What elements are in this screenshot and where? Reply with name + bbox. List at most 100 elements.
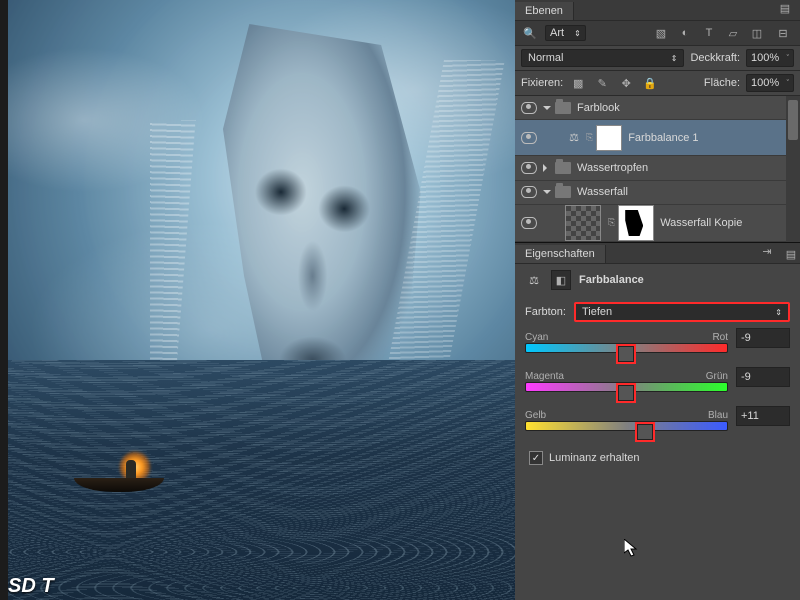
filter-smart-icon[interactable]: ◫	[748, 24, 766, 42]
filter-shape-icon[interactable]: ▱	[724, 24, 742, 42]
folder-icon	[555, 102, 571, 114]
lock-position-icon[interactable]: ✥	[617, 74, 635, 92]
chevron-updown-icon: ⇕	[775, 308, 782, 317]
eye-icon	[521, 186, 537, 198]
slider-thumb[interactable]	[618, 346, 634, 362]
lock-fill-row: Fixieren: ▩ ✎ ✥ 🔒 Fläche: 100% ˇ	[515, 71, 800, 96]
properties-title: Farbbalance	[579, 274, 644, 286]
layer-filter-dropdown[interactable]: Art ⇕	[545, 25, 586, 41]
chevron-updown-icon: ⇕	[671, 54, 678, 63]
layer-group-wasserfall[interactable]: Wasserfall	[515, 181, 800, 205]
chevron-down-icon: ˇ	[787, 55, 789, 62]
link-icon: ⎘	[608, 217, 615, 228]
layer-group-wassertropfen[interactable]: Wassertropfen	[515, 156, 800, 180]
layer-wasserfall-kopie[interactable]: ⎘ Wasserfall Kopie	[515, 205, 800, 242]
panel-menu-icon[interactable]: ▤	[782, 245, 800, 263]
layers-tabbar: Ebenen ▤	[515, 0, 800, 21]
disclosure-triangle[interactable]	[543, 164, 551, 172]
lock-brush-icon[interactable]: ✎	[593, 74, 611, 92]
watermark-text: SD T	[8, 575, 54, 598]
balance-icon: ⚖	[525, 271, 543, 289]
eye-icon	[521, 102, 537, 114]
layer-name: Wassertropfen	[577, 162, 648, 174]
filter-image-icon[interactable]: ▧	[652, 24, 670, 42]
mask-thumb[interactable]	[596, 125, 622, 151]
panel-menu-icon[interactable]: ▤	[770, 0, 800, 20]
layer-thumb[interactable]	[565, 205, 601, 241]
blend-mode-dropdown[interactable]: Normal ⇕	[521, 49, 684, 67]
opacity-value: 100%	[751, 52, 779, 64]
layer-name: Wasserfall Kopie	[660, 217, 742, 229]
slider-right-label: Rot	[712, 332, 728, 343]
chevron-down-icon: ˇ	[787, 80, 789, 87]
slider-value-field[interactable]: -9	[736, 367, 790, 387]
tab-layers[interactable]: Ebenen	[515, 2, 574, 20]
layer-filter-label: Art	[550, 27, 564, 39]
slider-thumb[interactable]	[637, 424, 653, 440]
layer-group-farblook[interactable]: Farblook	[515, 96, 800, 120]
eye-icon	[521, 132, 537, 144]
document-canvas[interactable]: SD T	[0, 0, 515, 600]
slider-left-label: Magenta	[525, 371, 564, 382]
eye-icon	[521, 217, 537, 229]
blend-mode-value: Normal	[528, 52, 563, 64]
balance-icon: ⚖	[565, 129, 583, 147]
fill-value: 100%	[751, 77, 779, 89]
search-icon: 🔍	[521, 24, 539, 42]
filter-toggle-icon[interactable]: ⊟	[772, 24, 794, 42]
slider-right-label: Grün	[706, 371, 728, 382]
lock-label: Fixieren:	[521, 77, 563, 89]
disclosure-triangle[interactable]	[543, 106, 551, 114]
slider-left-label: Gelb	[525, 410, 546, 421]
slider-value-field[interactable]: +11	[736, 406, 790, 426]
slider-track[interactable]	[525, 421, 728, 431]
preserve-luminosity-label: Luminanz erhalten	[549, 452, 640, 464]
right-panels: Ebenen ▤ 🔍 Art ⇕ ▧ ◐ T ▱ ◫ ⊟ Normal ⇕ De…	[515, 0, 800, 600]
preserve-luminosity-checkbox[interactable]: ✓ Luminanz erhalten	[515, 445, 800, 471]
mask-mode-icon[interactable]: ◧	[551, 270, 571, 290]
folder-icon	[555, 186, 571, 198]
slider-right-label: Blau	[708, 410, 728, 421]
opacity-label: Deckkraft:	[690, 52, 740, 64]
blend-opacity-row: Normal ⇕ Deckkraft: 100% ˇ	[515, 46, 800, 71]
checkbox-icon: ✓	[529, 451, 543, 465]
artwork: SD T	[8, 0, 515, 600]
slider-cyan-red: Cyan Rot -9	[515, 328, 800, 367]
layer-name: Wasserfall	[577, 186, 628, 198]
filter-type-icon[interactable]: T	[700, 24, 718, 42]
slider-left-label: Cyan	[525, 332, 548, 343]
mask-thumb[interactable]	[618, 205, 654, 241]
lock-all-icon[interactable]: 🔒	[641, 74, 659, 92]
properties-panel: ⚖ ◧ Farbbalance Farbton: Tiefen ⇕ Cyan R…	[515, 264, 800, 600]
tone-dropdown[interactable]: Tiefen ⇕	[574, 302, 790, 322]
fill-label: Fläche:	[704, 77, 740, 89]
visibility-toggle[interactable]	[515, 186, 543, 198]
visibility-toggle[interactable]	[515, 132, 543, 144]
lock-pixels-icon[interactable]: ▩	[569, 74, 587, 92]
properties-tabbar: Eigenschaften ⇥ ▤	[515, 243, 800, 264]
eye-icon	[521, 162, 537, 174]
visibility-toggle[interactable]	[515, 102, 543, 114]
folder-icon	[555, 162, 571, 174]
visibility-toggle[interactable]	[515, 162, 543, 174]
layer-name: Farblook	[577, 102, 620, 114]
layer-list[interactable]: Farblook ⚖ ⎘ Farbbalance 1 Wassertropfen	[515, 96, 800, 243]
layer-filter-row: 🔍 Art ⇕ ▧ ◐ T ▱ ◫ ⊟	[515, 21, 800, 46]
link-icon: ⎘	[586, 132, 593, 143]
visibility-toggle[interactable]	[515, 217, 543, 229]
layer-farbbalance-1[interactable]: ⚖ ⎘ Farbbalance 1	[515, 120, 800, 156]
tone-label: Farbton:	[525, 306, 566, 318]
slider-value-field[interactable]: -9	[736, 328, 790, 348]
fill-field[interactable]: 100% ˇ	[746, 74, 794, 92]
opacity-field[interactable]: 100% ˇ	[746, 49, 794, 67]
disclosure-triangle[interactable]	[543, 190, 551, 198]
tab-properties[interactable]: Eigenschaften	[515, 245, 606, 263]
tone-value: Tiefen	[582, 306, 612, 318]
layer-name: Farbbalance 1	[628, 132, 698, 144]
snap-icon[interactable]: ⇥	[752, 239, 782, 263]
layers-scrollbar[interactable]	[786, 96, 800, 242]
chevron-updown-icon: ⇕	[574, 29, 581, 38]
slider-magenta-green: Magenta Grün -9	[515, 367, 800, 406]
filter-adjust-icon[interactable]: ◐	[676, 24, 694, 42]
slider-thumb[interactable]	[618, 385, 634, 401]
